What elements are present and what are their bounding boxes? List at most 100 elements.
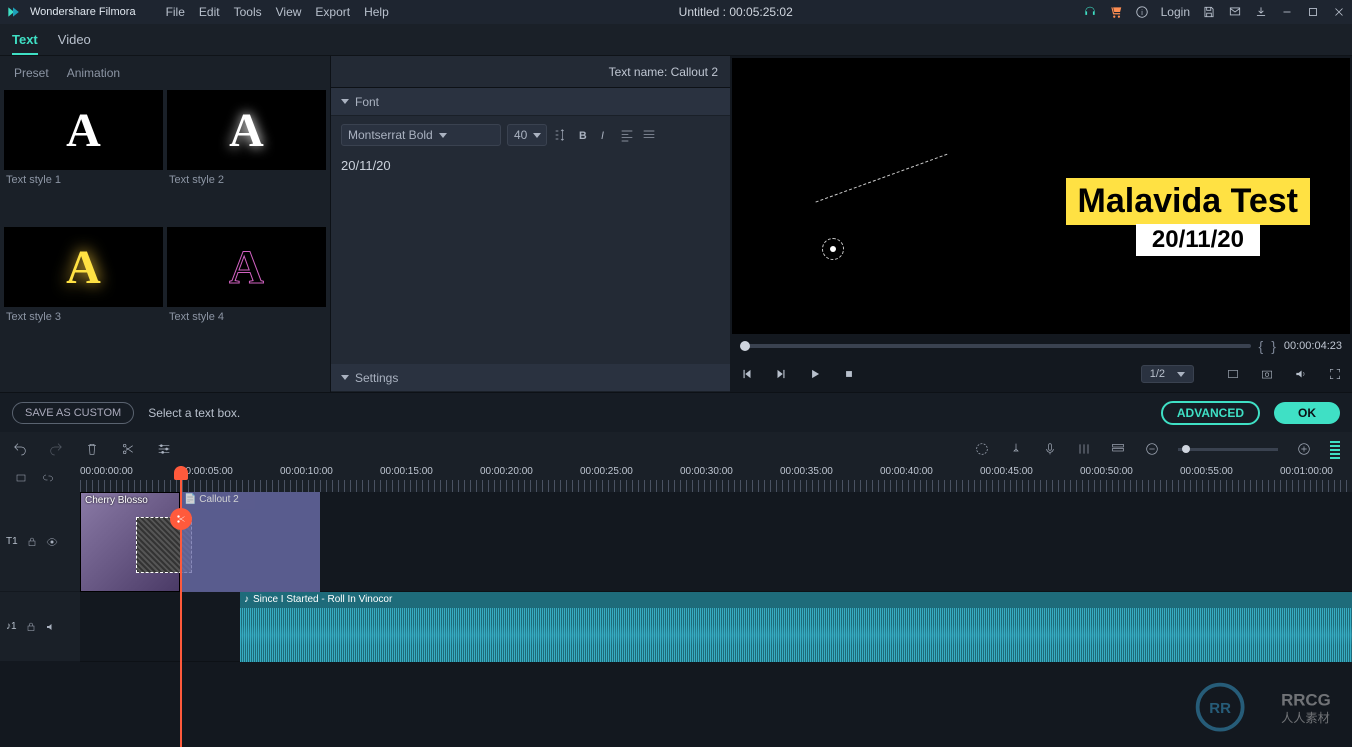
render-icon[interactable] (974, 441, 990, 457)
delete-icon[interactable] (84, 441, 100, 457)
callout-title[interactable]: Malavida Test (1066, 178, 1310, 225)
split-cursor-icon[interactable] (170, 508, 192, 530)
timeline-ruler[interactable]: 00:00:00:0000:00:05:0000:00:10:0000:00:1… (0, 466, 1352, 492)
prev-frame-icon[interactable] (740, 367, 754, 381)
svg-text:RR: RR (1209, 700, 1231, 717)
bold-icon[interactable]: B (575, 127, 591, 143)
font-section-header[interactable]: Font (331, 88, 730, 116)
italic-icon[interactable]: I (597, 127, 613, 143)
message-icon[interactable] (1228, 5, 1242, 19)
track-label: ♪1 (6, 621, 17, 632)
stop-icon[interactable] (842, 367, 856, 381)
line-spacing-icon[interactable] (553, 127, 569, 143)
tab-text[interactable]: Text (12, 32, 38, 55)
clip-text[interactable]: 📄 Callout 2 (180, 492, 320, 592)
next-frame-icon[interactable] (774, 367, 788, 381)
ruler-mark: 00:01:00:00 (1280, 466, 1333, 477)
close-icon[interactable] (1332, 5, 1346, 19)
voiceover-icon[interactable] (1042, 441, 1058, 457)
menu-export[interactable]: Export (315, 5, 350, 19)
preview-ratio-select[interactable]: 1/2 (1141, 365, 1194, 383)
track-video-1: T1 Cherry Blosso 📄 Callout 2 (80, 492, 1352, 592)
eye-icon[interactable] (46, 536, 58, 548)
track-label: T1 (6, 536, 18, 547)
lock-icon[interactable] (26, 536, 38, 548)
preview-timecode: 00:00:04:23 (1284, 340, 1342, 352)
menu-help[interactable]: Help (364, 5, 389, 19)
titlebar: Wondershare Filmora File Edit Tools View… (0, 0, 1352, 24)
ruler-mark: 00:00:25:00 (580, 466, 633, 477)
ruler-mark: 00:00:40:00 (880, 466, 933, 477)
font-family-select[interactable]: Montserrat Bold (341, 124, 501, 146)
snap-toggle-icon[interactable] (42, 472, 54, 484)
cart-icon[interactable] (1109, 5, 1123, 19)
align-options-icon[interactable] (641, 127, 657, 143)
text-editor-panel: Text name: Callout 2 Font Montserrat Bol… (330, 56, 730, 392)
callout-anchor[interactable] (822, 238, 844, 260)
svg-text:i: i (1141, 10, 1143, 17)
font-size-select[interactable]: 40 (507, 124, 547, 146)
ruler-mark: 00:00:55:00 (1180, 466, 1233, 477)
zoom-in-icon[interactable] (1296, 441, 1312, 457)
login-button[interactable]: Login (1161, 5, 1190, 19)
advanced-button[interactable]: ADVANCED (1161, 401, 1260, 425)
save-icon[interactable] (1202, 5, 1216, 19)
mixer-icon[interactable] (1076, 441, 1092, 457)
brace-open-icon[interactable]: { (1259, 338, 1264, 354)
clip-video[interactable]: Cherry Blosso (80, 492, 180, 592)
titlebar-right: i Login (1083, 5, 1346, 19)
volume-icon[interactable] (1294, 367, 1308, 381)
project-title: Untitled : 00:05:25:02 (389, 5, 1083, 19)
ripple-toggle-icon[interactable] (15, 472, 27, 484)
menu-file[interactable]: File (166, 5, 185, 19)
chevron-down-icon (341, 375, 349, 380)
tab-video[interactable]: Video (58, 32, 91, 55)
zoom-slider[interactable] (1178, 448, 1278, 451)
timeline-toolbar (0, 432, 1352, 466)
preset-3[interactable]: A Text style 3 (4, 227, 163, 360)
preview-quality-icon[interactable] (1226, 367, 1240, 381)
split-icon[interactable] (120, 441, 136, 457)
menu-edit[interactable]: Edit (199, 5, 220, 19)
zoom-out-icon[interactable] (1144, 441, 1160, 457)
fullscreen-icon[interactable] (1328, 367, 1342, 381)
track-manager-icon[interactable] (1110, 441, 1126, 457)
undo-icon[interactable] (12, 441, 28, 457)
brace-close-icon[interactable]: } (1271, 338, 1276, 354)
preset-1[interactable]: A Text style 1 (4, 90, 163, 223)
info-icon[interactable]: i (1135, 5, 1149, 19)
preview-viewport[interactable]: Malavida Test 20/11/20 (732, 58, 1350, 334)
preview-scrubber[interactable] (740, 344, 1251, 348)
settings-section-header[interactable]: Settings (331, 364, 730, 392)
preset-4[interactable]: A Text style 4 (167, 227, 326, 360)
ruler-mark: 00:00:50:00 (1080, 466, 1133, 477)
lock-icon[interactable] (25, 621, 37, 633)
menu-view[interactable]: View (276, 5, 302, 19)
play-icon[interactable] (808, 367, 822, 381)
tab-preset[interactable]: Preset (14, 66, 49, 80)
ruler-mark: 00:00:45:00 (980, 466, 1033, 477)
marker-icon[interactable] (1008, 441, 1024, 457)
preset-2[interactable]: A Text style 2 (167, 90, 326, 223)
headphones-icon[interactable] (1083, 5, 1097, 19)
app-name: Wondershare Filmora (30, 6, 136, 18)
minimize-icon[interactable] (1280, 5, 1294, 19)
tab-animation[interactable]: Animation (67, 66, 120, 80)
callout-subtitle[interactable]: 20/11/20 (1136, 224, 1260, 256)
redo-icon[interactable] (48, 441, 64, 457)
download-icon[interactable] (1254, 5, 1268, 19)
adjust-icon[interactable] (156, 441, 172, 457)
save-as-custom-button[interactable]: SAVE AS CUSTOM (12, 402, 134, 424)
maximize-icon[interactable] (1306, 5, 1320, 19)
text-name-label: Text name: (609, 65, 668, 79)
mute-icon[interactable] (45, 621, 57, 633)
menu-tools[interactable]: Tools (234, 5, 262, 19)
ok-button[interactable]: OK (1274, 402, 1340, 424)
text-content-input[interactable]: 20/11/20 (331, 154, 730, 364)
zoom-fit-icon[interactable] (1330, 439, 1340, 459)
snapshot-icon[interactable] (1260, 367, 1274, 381)
align-left-icon[interactable] (619, 127, 635, 143)
clip-audio[interactable]: ♪ Since I Started - Roll In Vinocor (240, 592, 1352, 662)
ruler-mark: 00:00:30:00 (680, 466, 733, 477)
menubar: File Edit Tools View Export Help (166, 5, 389, 19)
